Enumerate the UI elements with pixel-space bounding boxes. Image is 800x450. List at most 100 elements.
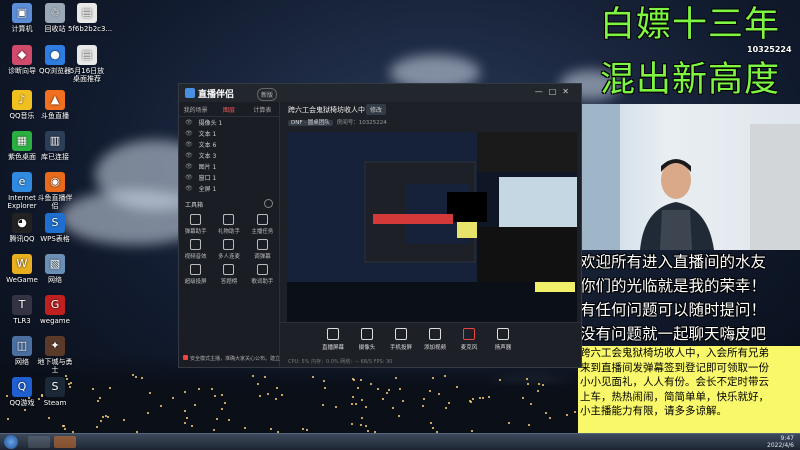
desktop-icon[interactable]: ▲ 斗鱼直播 bbox=[36, 90, 74, 120]
eye-icon[interactable]: 👁 bbox=[185, 119, 193, 126]
scene-item[interactable]: 👁 文本 6 bbox=[179, 139, 279, 150]
tool-button[interactable]: 答题榜 bbox=[212, 261, 245, 285]
category-tag[interactable]: DNF · 圆桌团队 bbox=[288, 120, 333, 126]
stream-companion-window[interactable]: 直播伴侣 新版 —□✕ 我的场景 图层 计算表 👁 摄像头 1 👁 文本 1 👁 文本 6… bbox=[178, 83, 582, 368]
stream-title[interactable]: 跨六工会鬼狱椅坊收人中 bbox=[288, 105, 365, 115]
app-icon: ✦ bbox=[45, 336, 65, 356]
light-dot bbox=[252, 375, 254, 377]
version-badge[interactable]: 新版 bbox=[257, 88, 278, 101]
eye-icon[interactable]: 👁 bbox=[185, 163, 193, 170]
light-dot bbox=[322, 404, 324, 406]
close-icon[interactable]: ✕ bbox=[562, 87, 575, 96]
light-dot bbox=[224, 402, 226, 404]
button-label: 扬声器 bbox=[494, 345, 512, 351]
system-clock[interactable]: 9:47 2022/4/6 bbox=[767, 435, 794, 449]
light-dot bbox=[281, 394, 283, 396]
tool-button[interactable]: 调弹幕 bbox=[246, 236, 279, 260]
add-video-button[interactable]: 添加视频 bbox=[420, 328, 450, 351]
tool-button[interactable]: 视频音效 bbox=[179, 236, 212, 260]
tool-icon bbox=[223, 214, 235, 225]
monitor-icon bbox=[327, 328, 339, 340]
desktop-icon[interactable]: ✦ 地下城与勇士 bbox=[36, 336, 74, 374]
app-icon: ▤ bbox=[77, 3, 97, 23]
camera-icon bbox=[361, 328, 373, 340]
window-frame bbox=[580, 104, 620, 250]
light-dot bbox=[351, 423, 353, 425]
eye-icon[interactable]: 👁 bbox=[185, 141, 193, 148]
light-dot bbox=[499, 379, 501, 381]
scene-label: 全屏 1 bbox=[198, 186, 217, 193]
tool-label: 超级投屏 bbox=[184, 279, 207, 285]
desktop-icon[interactable]: ▤ 5f6b2b2c3... bbox=[68, 3, 112, 33]
light-dot bbox=[367, 430, 369, 432]
scene-item[interactable]: 👁 摄像头 1 bbox=[179, 117, 279, 128]
eye-icon[interactable]: 👁 bbox=[185, 174, 193, 181]
speaker-button[interactable]: 扬声器 bbox=[488, 328, 518, 351]
light-dot bbox=[432, 377, 434, 379]
desktop-icon[interactable]: S Steam bbox=[36, 377, 74, 407]
desktop-icon[interactable]: ▤ 5月16日放桌面推荐 bbox=[68, 45, 106, 83]
light-dot bbox=[538, 383, 540, 385]
app-name: 直播伴侣 bbox=[198, 90, 235, 100]
tool-button[interactable]: 多人连麦 bbox=[212, 236, 245, 260]
scene-item[interactable]: 👁 窗口 1 bbox=[179, 172, 279, 183]
tool-icon bbox=[190, 264, 202, 275]
light-dot bbox=[221, 394, 223, 396]
tool-label: 歌词助手 bbox=[251, 279, 274, 285]
more-icon[interactable] bbox=[264, 199, 273, 208]
tool-button[interactable]: 弹幕助手 bbox=[179, 211, 212, 235]
play-icon bbox=[429, 328, 441, 340]
desktop-icon[interactable]: Gwegame bbox=[36, 295, 74, 325]
light-dot bbox=[198, 388, 200, 390]
light-dot bbox=[335, 406, 337, 408]
tab-my-scenes[interactable]: 我的场景 bbox=[179, 105, 212, 114]
mic-button[interactable]: 麦克风 bbox=[454, 328, 484, 351]
scene-label: 文本 3 bbox=[198, 153, 217, 160]
app-icon: ▥ bbox=[45, 131, 65, 151]
light-dot bbox=[62, 425, 64, 427]
tool-button[interactable]: 歌词助手 bbox=[246, 261, 279, 285]
taskbar-app[interactable] bbox=[54, 436, 76, 448]
eye-icon[interactable]: 👁 bbox=[185, 185, 193, 192]
desktop-icon[interactable]: ▥ 库已连接 bbox=[36, 131, 74, 161]
edit-title-button[interactable]: 修改 bbox=[366, 104, 387, 115]
phone-cast-button[interactable]: 手机投屏 bbox=[386, 328, 416, 351]
welcome-messages: 欢迎所有进入直播间的水友 你们的光临就是我的荣幸！ 有任何问题可以随时提问！ 没… bbox=[580, 250, 800, 346]
tool-button[interactable]: 超级投屏 bbox=[179, 261, 212, 285]
desktop-icon[interactable]: ◉ 斗鱼直播伴侣 bbox=[36, 172, 74, 210]
minimize-icon[interactable]: — bbox=[535, 87, 549, 96]
eye-icon[interactable]: 👁 bbox=[185, 130, 193, 137]
taskbar-explorer[interactable] bbox=[28, 436, 50, 448]
light-dot bbox=[542, 384, 544, 386]
scene-item[interactable]: 👁 文本 3 bbox=[179, 150, 279, 161]
start-button[interactable] bbox=[4, 435, 18, 449]
taskbar: 9:47 2022/4/6 bbox=[0, 433, 800, 450]
scene-item[interactable]: 👁 全屏 1 bbox=[179, 183, 279, 194]
tool-icon bbox=[190, 214, 202, 225]
desktop-icon[interactable]: S WPS表格 bbox=[36, 213, 74, 243]
scene-item[interactable]: 👁 图片 1 bbox=[179, 161, 279, 172]
app-icon: W bbox=[12, 254, 32, 274]
tool-button[interactable]: 主播任务 bbox=[246, 211, 279, 235]
light-dot bbox=[423, 398, 425, 400]
maximize-icon[interactable]: □ bbox=[549, 87, 563, 96]
bottom-toolbar: 直播屏幕 摄像头 手机投屏 添加视频 麦克风 扬声器 CPU: 5% 内存：0.… bbox=[280, 322, 581, 367]
desktop-icon[interactable]: ▧ 网络 bbox=[36, 254, 74, 284]
tab-layers[interactable]: 图层 bbox=[212, 105, 245, 114]
window-controls[interactable]: —□✕ bbox=[535, 87, 575, 96]
eye-icon[interactable]: 👁 bbox=[185, 152, 193, 159]
stream-preview[interactable] bbox=[287, 132, 577, 322]
button-label: 添加视频 bbox=[423, 345, 446, 351]
light-dot bbox=[186, 417, 188, 419]
stream-header: 跨六工会鬼狱椅坊收人中 修改 DNF · 圆桌团队 房间号：10325224 bbox=[280, 102, 581, 132]
scene-item[interactable]: 👁 文本 1 bbox=[179, 128, 279, 139]
app-icon: Q bbox=[12, 377, 32, 397]
camera-button[interactable]: 摄像头 bbox=[352, 328, 382, 351]
tool-button[interactable]: 礼物助手 bbox=[212, 211, 245, 235]
tab-calc[interactable]: 计算表 bbox=[246, 105, 279, 114]
app-titlebar[interactable]: 直播伴侣 新版 —□✕ bbox=[179, 84, 581, 102]
tool-label: 视频音效 bbox=[184, 254, 207, 260]
scene-label: 文本 6 bbox=[198, 142, 217, 149]
screen-share-button[interactable]: 直播屏幕 bbox=[318, 328, 348, 351]
app-logo: 直播伴侣 bbox=[185, 87, 234, 100]
